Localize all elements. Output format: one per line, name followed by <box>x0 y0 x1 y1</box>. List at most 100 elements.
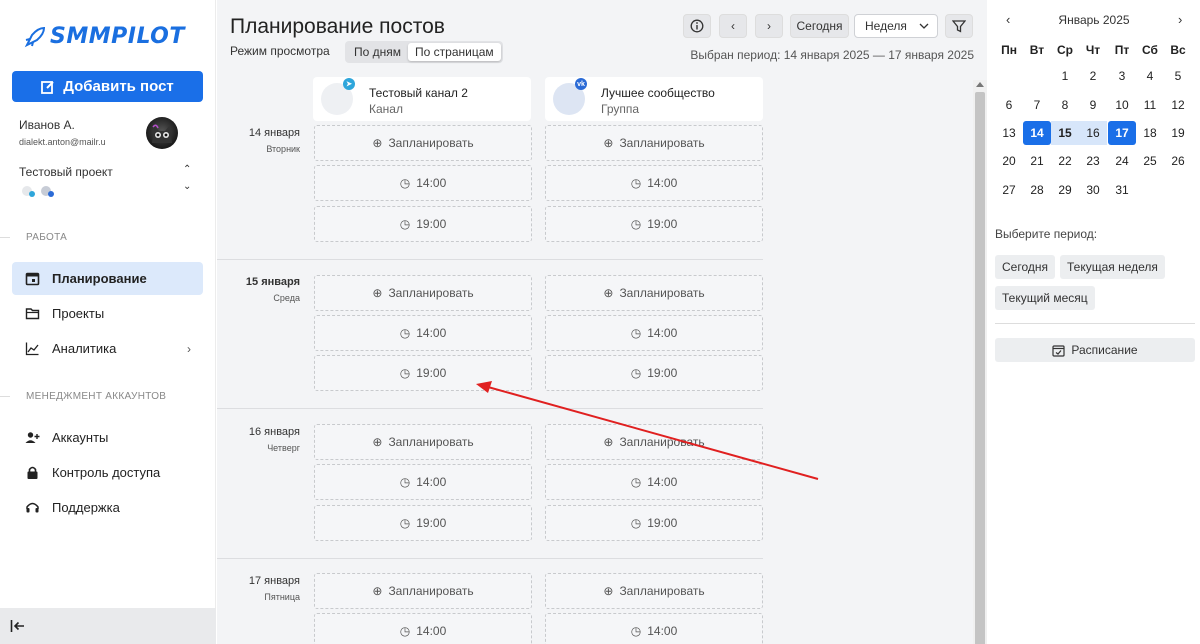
calendar-day[interactable]: 14 <box>1023 121 1051 145</box>
nav-projects[interactable]: Проекты <box>12 297 203 330</box>
calendar-day[interactable]: 15 <box>1051 121 1079 145</box>
calendar-day[interactable]: 6 <box>995 93 1023 117</box>
calendar-day[interactable]: 10 <box>1108 93 1136 117</box>
time-slot[interactable]: ◷ 14:00 <box>545 315 763 351</box>
calendar-day[interactable]: 18 <box>1136 121 1164 145</box>
plus-circle-icon: ⊕ <box>603 136 614 150</box>
plan-slot[interactable]: ⊕ Запланировать <box>545 573 763 609</box>
nav-planning[interactable]: Планирование <box>12 262 203 295</box>
plan-slot[interactable]: ⊕ Запланировать <box>314 275 532 311</box>
calendar-day[interactable]: 11 <box>1136 93 1164 117</box>
project-name[interactable]: Тестовый проект <box>19 165 113 179</box>
nav-accounts[interactable]: Аккаунты <box>12 421 203 454</box>
calendar-day[interactable]: 28 <box>1023 178 1051 202</box>
plan-slot[interactable]: ⊕ Запланировать <box>545 125 763 161</box>
calendar-day[interactable]: 30 <box>1079 178 1107 202</box>
main-scrollbar[interactable] <box>973 80 987 644</box>
calendar-day[interactable]: 3 <box>1108 64 1136 88</box>
filter-button[interactable] <box>945 14 973 38</box>
chevron-up-icon[interactable]: ⌃ <box>183 164 191 175</box>
info-button[interactable] <box>683 14 711 38</box>
calendar-day[interactable]: 13 <box>995 121 1023 145</box>
time-slot[interactable]: ◷ 14:00 <box>314 165 532 201</box>
calendar-day[interactable]: 19 <box>1164 121 1192 145</box>
next-month-button[interactable]: › <box>1178 12 1182 27</box>
channel-card-vk[interactable]: vk Лучшее сообщество Группа <box>545 77 763 121</box>
next-period-button[interactable]: › <box>755 14 783 38</box>
scroll-thumb[interactable] <box>975 92 985 644</box>
calendar-day[interactable]: 4 <box>1136 64 1164 88</box>
plan-slot[interactable]: ⊕ Запланировать <box>314 125 532 161</box>
slot-label: 19:00 <box>647 366 678 380</box>
time-slot[interactable]: ◷ 14:00 <box>314 613 532 644</box>
calendar-day[interactable]: 20 <box>995 149 1023 173</box>
calendar-day[interactable]: 23 <box>1079 149 1107 173</box>
section-divider <box>0 396 10 397</box>
time-slot[interactable]: ◷ 19:00 <box>314 206 532 242</box>
vk-mini-icon <box>41 186 54 197</box>
nav-analytics[interactable]: Аналитика › <box>12 332 203 365</box>
calendar-day[interactable]: 26 <box>1164 149 1192 173</box>
chevron-down-icon[interactable]: ⌄ <box>183 181 191 192</box>
calendar-day[interactable]: 31 <box>1108 178 1136 202</box>
calendar-day[interactable]: 9 <box>1079 93 1107 117</box>
day-divider <box>217 408 763 409</box>
time-slot[interactable]: ◷ 19:00 <box>314 355 532 391</box>
time-slot[interactable]: ◷ 19:00 <box>314 505 532 541</box>
calendar-day[interactable]: 7 <box>1023 93 1051 117</box>
slot-label: Запланировать <box>619 136 705 150</box>
time-slot[interactable]: ◷ 19:00 <box>545 505 763 541</box>
time-slot[interactable]: ◷ 14:00 <box>545 613 763 644</box>
calendar-day[interactable]: 25 <box>1136 149 1164 173</box>
time-slot[interactable]: ◷ 14:00 <box>314 315 532 351</box>
add-post-button[interactable]: Добавить пост <box>12 71 203 102</box>
time-slot[interactable]: ◷ 14:00 <box>314 464 532 500</box>
calendar-day[interactable]: 21 <box>1023 149 1051 173</box>
mode-by-pages[interactable]: По страницам <box>408 43 501 61</box>
time-slot[interactable]: ◷ 14:00 <box>545 165 763 201</box>
period-select[interactable]: Неделя <box>854 14 938 38</box>
schedule-button[interactable]: Расписание <box>995 338 1195 362</box>
telegram-icon: ➤ <box>343 78 355 90</box>
period-select-value: Неделя <box>865 19 907 33</box>
mode-by-days[interactable]: По дням <box>347 43 408 61</box>
nav-support[interactable]: Поддержка <box>12 491 203 524</box>
plan-slot[interactable]: ⊕ Запланировать <box>545 424 763 460</box>
panel-divider <box>995 323 1195 324</box>
calendar-panel: ‹ Январь 2025 › Пн Вт Ср Чт Пт Сб Вс 1 2 3 4 5 6 7 8 9 1… <box>988 0 1200 644</box>
slot-label: 14:00 <box>647 624 678 638</box>
clock-icon: ◷ <box>630 624 642 638</box>
plan-slot[interactable]: ⊕ Запланировать <box>314 573 532 609</box>
prev-period-button[interactable]: ‹ <box>719 14 747 38</box>
plan-slot[interactable]: ⊕ Запланировать <box>314 424 532 460</box>
avatar[interactable] <box>146 117 178 149</box>
slot-label: 14:00 <box>647 475 678 489</box>
nav-access-control[interactable]: Контроль доступа <box>12 456 203 489</box>
channel-card-telegram[interactable]: ➤ Тестовый канал 2 Канал <box>313 77 531 121</box>
today-button[interactable]: Сегодня <box>790 14 849 38</box>
calendar-day[interactable]: 8 <box>1051 93 1079 117</box>
chip-current-week[interactable]: Текущая неделя <box>1060 255 1165 279</box>
calendar-day[interactable]: 22 <box>1051 149 1079 173</box>
calendar-day[interactable]: 27 <box>995 178 1023 202</box>
calendar-day[interactable]: 5 <box>1164 64 1192 88</box>
calendar-day[interactable]: 2 <box>1079 64 1107 88</box>
calendar-day[interactable]: 17 <box>1108 121 1136 145</box>
time-slot[interactable]: ◷ 19:00 <box>545 206 763 242</box>
time-slot[interactable]: ◷ 19:00 <box>545 355 763 391</box>
logo[interactable]: SMMPILOT <box>24 24 185 49</box>
calendar-day[interactable]: 16 <box>1079 121 1107 145</box>
chip-current-month[interactable]: Текущий месяц <box>995 286 1095 310</box>
plan-slot[interactable]: ⊕ Запланировать <box>545 275 763 311</box>
calendar-day[interactable]: 24 <box>1108 149 1136 173</box>
calendar-day[interactable]: 1 <box>1051 64 1079 88</box>
chip-today[interactable]: Сегодня <box>995 255 1055 279</box>
add-user-icon <box>25 432 40 443</box>
collapse-sidebar-icon[interactable] <box>10 619 26 633</box>
calendar-day[interactable]: 12 <box>1164 93 1192 117</box>
time-slot[interactable]: ◷ 14:00 <box>545 464 763 500</box>
clock-icon: ◷ <box>399 475 411 489</box>
scroll-up-icon[interactable] <box>976 82 984 87</box>
channel-name: Лучшее сообщество <box>601 86 715 100</box>
calendar-day[interactable]: 29 <box>1051 178 1079 202</box>
